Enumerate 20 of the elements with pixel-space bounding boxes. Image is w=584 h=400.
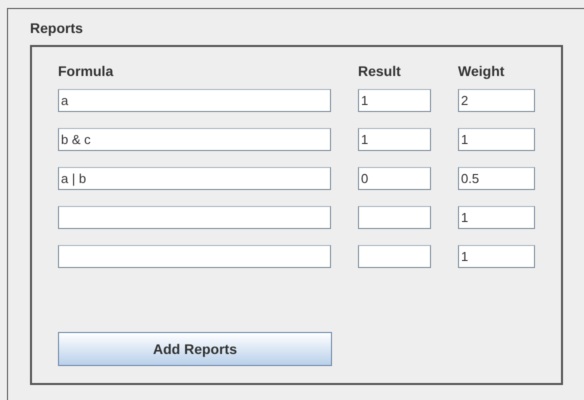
formula-field[interactable]: a | b xyxy=(58,167,331,190)
result-field[interactable] xyxy=(358,206,431,229)
formula-field[interactable] xyxy=(58,245,331,268)
weight-field[interactable]: 0.5 xyxy=(458,167,535,190)
section-title: Reports xyxy=(30,19,84,38)
column-header: Result xyxy=(358,62,402,81)
weight-field[interactable]: 1 xyxy=(458,206,535,229)
weight-field[interactable]: 2 xyxy=(458,89,535,112)
formula-field[interactable]: b & c xyxy=(58,128,331,151)
result-field[interactable]: 1 xyxy=(358,128,431,151)
add-reports-button[interactable]: Add Reports xyxy=(58,332,332,366)
column-header: Weight xyxy=(458,62,506,81)
formula-field[interactable]: a xyxy=(58,89,331,112)
weight-field[interactable]: 1 xyxy=(458,245,535,268)
result-field[interactable] xyxy=(358,245,431,268)
result-field[interactable]: 0 xyxy=(358,167,431,190)
result-field[interactable]: 1 xyxy=(358,89,431,112)
column-header: Formula xyxy=(58,62,114,81)
formula-field[interactable] xyxy=(58,206,331,229)
weight-field[interactable]: 1 xyxy=(458,128,535,151)
